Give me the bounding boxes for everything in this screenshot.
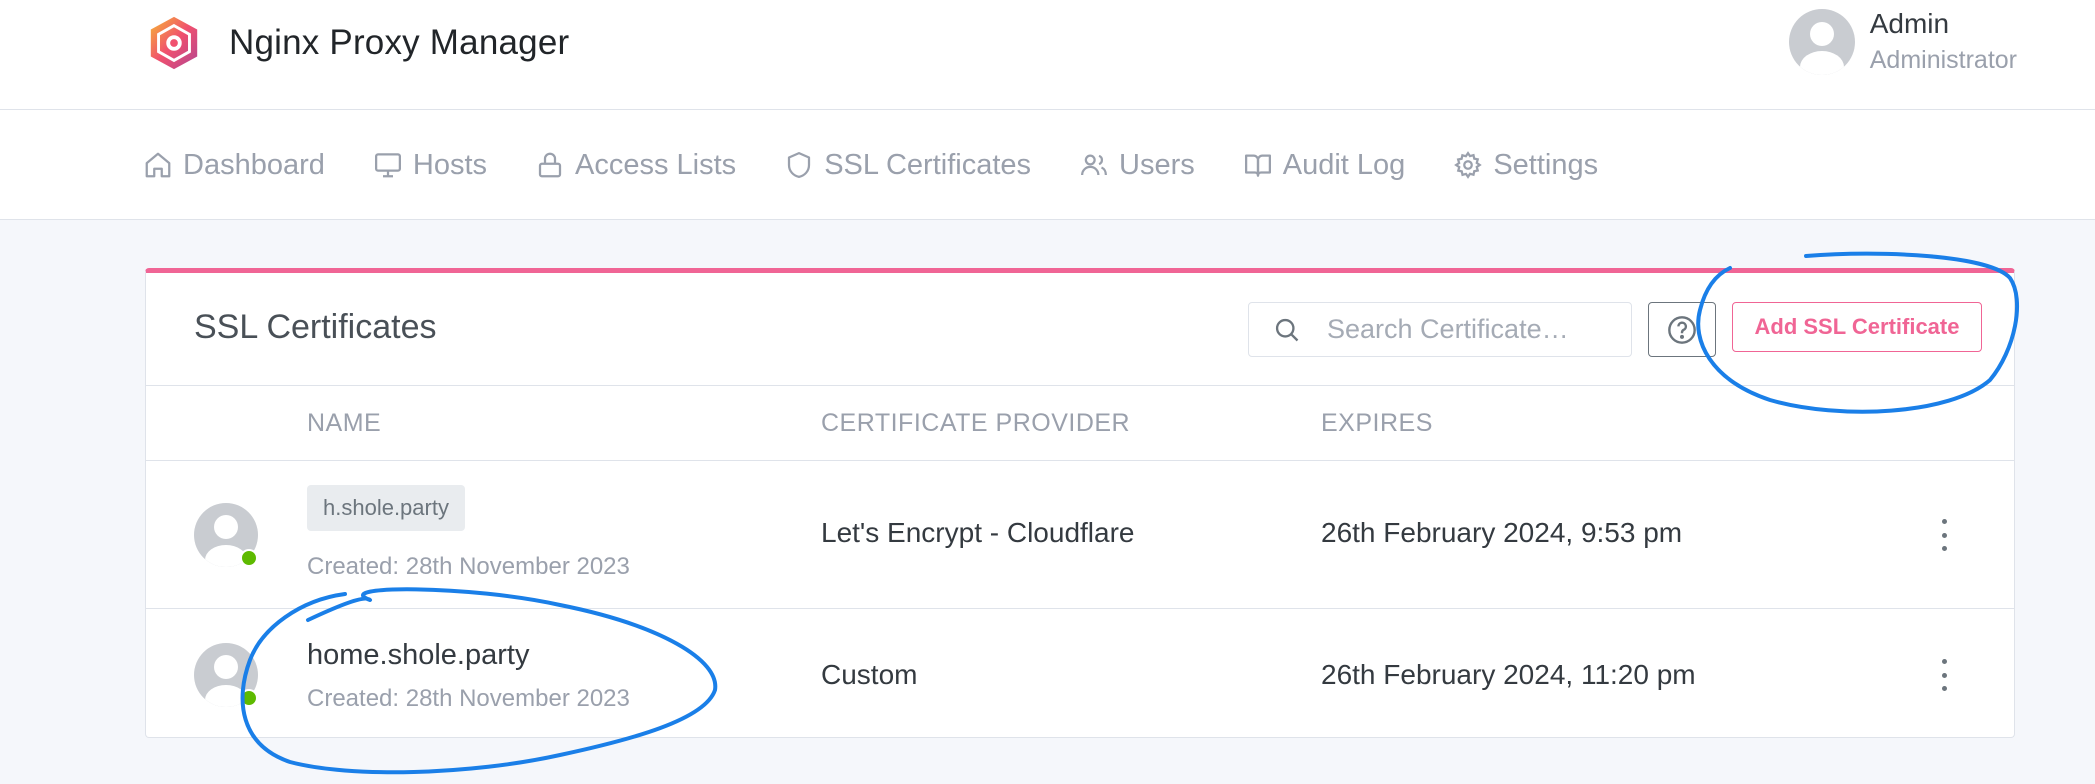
search-input[interactable] bbox=[1327, 314, 1627, 345]
search-icon bbox=[1275, 318, 1299, 341]
domain-badge: h.shole.party bbox=[307, 485, 465, 531]
status-online-dot bbox=[240, 689, 258, 707]
hexagon-logo-icon bbox=[150, 16, 198, 70]
nav-item-users[interactable]: Users bbox=[1079, 149, 1195, 182]
nav-item-settings[interactable]: Settings bbox=[1453, 149, 1598, 182]
gear-icon bbox=[1454, 151, 1483, 179]
kebab-dot bbox=[1941, 672, 1947, 678]
user-avatar-icon bbox=[1788, 9, 1855, 75]
home-icon bbox=[145, 152, 171, 178]
search-box[interactable] bbox=[1248, 302, 1632, 357]
certificate-provider: Custom bbox=[821, 659, 918, 690]
column-header-expires[interactable]: EXPIRES bbox=[1321, 386, 1433, 461]
table-header: NAME CERTIFICATE PROVIDER EXPIRES bbox=[146, 386, 2014, 461]
kebab-dot bbox=[1941, 546, 1947, 551]
ssl-certificates-card: SSL Certificates Add SSL Certificate NAM… bbox=[145, 268, 2015, 738]
certificate-provider: Let's Encrypt - Cloudflare bbox=[821, 517, 1135, 548]
nav-item-access-lists[interactable]: Access Lists bbox=[535, 149, 736, 182]
help-circle-icon bbox=[1668, 315, 1696, 344]
created-date: Created: 28th November 2023 bbox=[307, 685, 630, 712]
app-title: Nginx Proxy Manager bbox=[229, 23, 570, 62]
table-row[interactable]: h.shole.party Created: 28th November 202… bbox=[146, 461, 2014, 609]
nav-item-audit-log[interactable]: Audit Log bbox=[1243, 148, 1406, 182]
nav-label: Access Lists bbox=[575, 148, 737, 181]
nav-label: Users bbox=[1119, 148, 1195, 181]
shield-icon bbox=[788, 152, 811, 178]
kebab-dot bbox=[1941, 659, 1947, 664]
nav-item-hosts[interactable]: Hosts bbox=[373, 149, 487, 182]
monitor-icon bbox=[374, 153, 401, 178]
card-title: SSL Certificates bbox=[194, 308, 437, 346]
status-online-dot bbox=[240, 549, 258, 567]
lock-icon bbox=[538, 152, 562, 178]
row-menu-button[interactable] bbox=[1932, 515, 1956, 555]
user-menu[interactable]: Admin Administrator bbox=[1788, 6, 2017, 78]
help-button[interactable] bbox=[1648, 302, 1716, 357]
brand[interactable]: Nginx Proxy Manager bbox=[145, 10, 569, 76]
nav-label: SSL Certificates bbox=[824, 148, 1032, 181]
table-row[interactable]: home.shole.party Created: 28th November … bbox=[146, 609, 2014, 737]
domain-name: home.shole.party bbox=[307, 639, 530, 671]
kebab-dot bbox=[1941, 519, 1947, 524]
book-icon bbox=[1244, 154, 1271, 177]
top-header: Nginx Proxy Manager Admin Administrator bbox=[0, 0, 2095, 110]
nav-label: Dashboard bbox=[183, 148, 325, 181]
nav-item-dashboard[interactable]: Dashboard bbox=[143, 149, 325, 182]
users-icon bbox=[1081, 154, 1108, 176]
user-role: Administrator bbox=[1869, 46, 2017, 74]
user-info: Admin Administrator bbox=[1870, 6, 2017, 78]
expires-date: 26th February 2024, 9:53 pm bbox=[1321, 517, 1683, 548]
add-ssl-certificate-button[interactable]: Add SSL Certificate bbox=[1732, 302, 1982, 352]
nav-label: Hosts bbox=[412, 148, 488, 181]
nav-label: Settings bbox=[1493, 148, 1599, 181]
column-header-name[interactable]: NAME bbox=[307, 386, 381, 461]
kebab-dot bbox=[1941, 532, 1947, 538]
column-header-provider[interactable]: CERTIFICATE PROVIDER bbox=[821, 386, 1130, 461]
page: Nginx Proxy Manager Admin Administrator … bbox=[0, 0, 2095, 784]
user-name: Admin bbox=[1869, 8, 1950, 39]
expires-date: 26th February 2024, 11:20 pm bbox=[1321, 659, 1696, 690]
row-menu-button[interactable] bbox=[1932, 655, 1956, 695]
card-header: SSL Certificates Add SSL Certificate bbox=[146, 273, 2014, 386]
nav-label: Audit Log bbox=[1282, 148, 1406, 181]
main-nav: Dashboard Hosts Access Lists SSL Certifi… bbox=[0, 110, 2095, 220]
nav-item-ssl-certificates[interactable]: SSL Certificates bbox=[784, 149, 1031, 182]
created-date: Created: 28th November 2023 bbox=[307, 553, 630, 580]
kebab-dot bbox=[1941, 686, 1947, 691]
